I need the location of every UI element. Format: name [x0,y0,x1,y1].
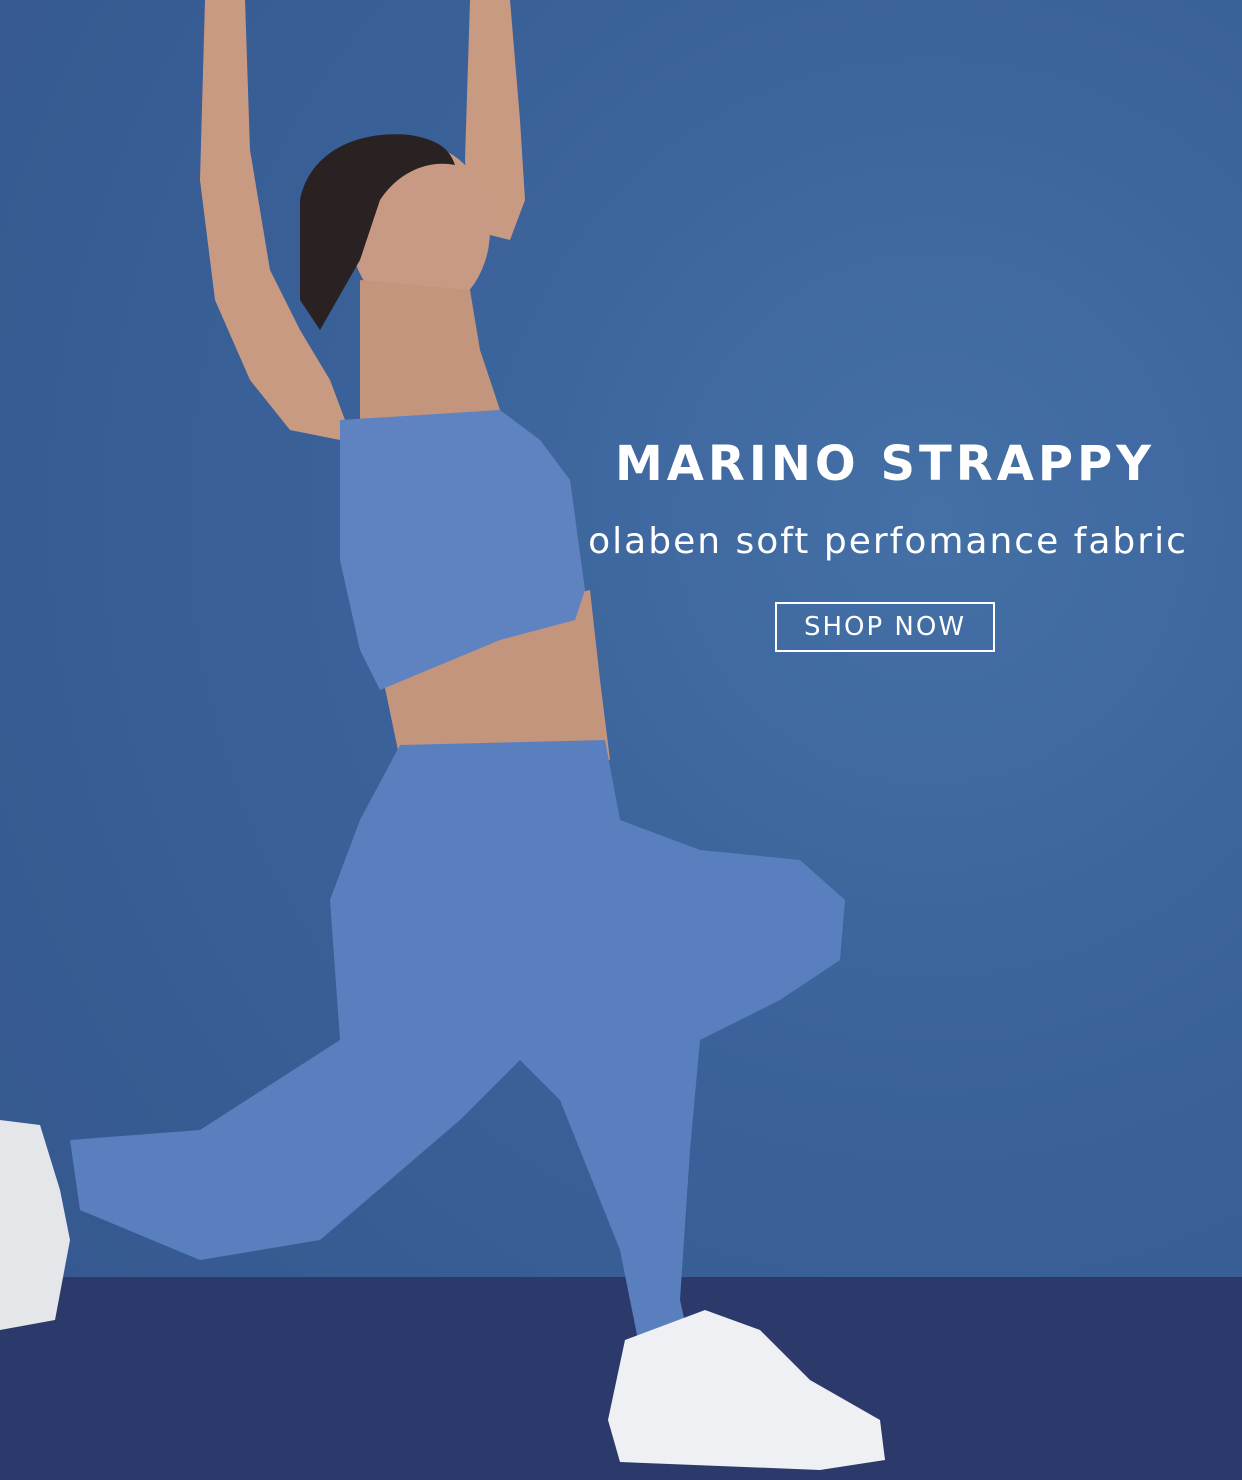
shop-now-button[interactable]: SHOP NOW [775,602,995,652]
hero-banner: MARINO STRAPPY olaben soft perfomance fa… [0,0,1242,1480]
model-photo [0,0,885,1470]
banner-title: MARINO STRAPPY [615,436,1155,492]
banner-subtitle: olaben soft perfomance fabric [588,521,1188,562]
